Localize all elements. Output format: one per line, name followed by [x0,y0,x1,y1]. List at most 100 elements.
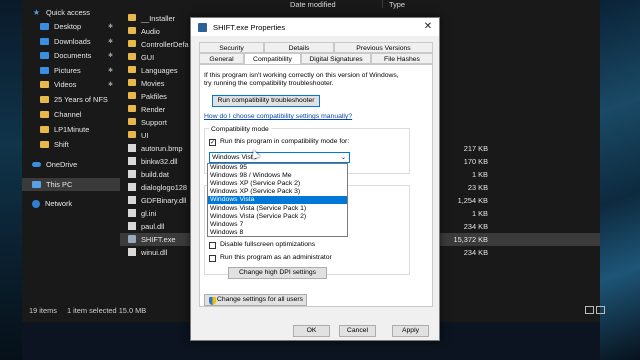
pin-icon: ✱ [108,24,114,30]
folder-icon [128,79,136,86]
manual-settings-link[interactable]: How do I choose compatibility settings m… [204,113,352,120]
nav-item[interactable]: ★ Quick access [22,6,120,19]
nav-item-label: Documents [54,51,92,60]
dialog-title: SHIFT.exe Properties [213,22,286,32]
change-dpi-button[interactable]: Change high DPI settings [228,267,327,279]
nav-item-label: Pictures [54,66,81,75]
nav-item-label: Shift [54,140,69,149]
folder-icon [128,66,136,73]
compat-option[interactable]: Windows 7 [208,221,347,229]
desktop-wallpaper-left [0,0,22,360]
pc-icon [32,181,41,188]
compat-option[interactable]: Windows Vista (Service Pack 2) [208,213,347,221]
disable-fullscreen-label[interactable]: Disable fullscreen optimizations [220,241,315,248]
compat-option[interactable]: Windows 98 / Windows Me [208,172,347,180]
compat-mode-checkbox-label[interactable]: Run this program in compatibility mode f… [220,138,349,145]
column-divider[interactable] [382,0,383,8]
run-as-admin-label[interactable]: Run this program as an administrator [220,254,332,261]
pin-icon: ✱ [108,39,114,45]
nav-item-label: Desktop [54,22,82,31]
nav-item[interactable]: LP1Minute [22,123,120,136]
compat-option[interactable]: Windows XP (Service Pack 2) [208,180,347,188]
column-header-date[interactable]: Date modified [290,0,336,9]
folder-icon [128,92,136,99]
folder-icon [128,131,136,138]
compat-option[interactable]: Windows 95 [208,164,347,172]
file-name: Languages [141,66,178,75]
compat-mode-selected-value: Windows Vista [212,154,257,161]
tab-security[interactable]: Security [199,42,264,53]
compat-option[interactable]: Windows Vista (Service Pack 1) [208,205,347,213]
folder-icon [128,27,136,34]
tab-general[interactable]: General [199,53,244,64]
file-name: Movies [141,79,165,88]
details-view-icon[interactable] [585,306,594,314]
compat-option[interactable]: Windows Vista [208,196,347,205]
nav-item[interactable]: Downloads ✱ [22,35,120,48]
nav-item-label: Downloads [54,37,91,46]
file-name: GDFBinary.dll [141,196,187,205]
file-name: winui.dll [141,248,168,257]
tab-previous-versions[interactable]: Previous Versions [334,42,433,53]
app-icon [198,22,207,32]
file-name: paul.dll [141,222,165,231]
nav-item[interactable]: This PC [22,178,120,191]
nav-item-label: Network [45,199,73,208]
dialog-titlebar[interactable]: SHIFT.exe Properties ✕ [191,18,439,36]
compat-mode-checkbox[interactable]: ✓ [209,139,216,146]
large-icons-view-icon[interactable] [596,306,605,314]
nav-item[interactable]: OneDrive [22,158,120,171]
file-name: gl.ini [141,209,157,218]
file-icon [128,196,136,204]
file-name: GUI [141,53,155,62]
intro-line-1: If this program isn't working correctly … [204,72,399,79]
pin-icon: ✱ [108,68,114,74]
apply-button[interactable]: Apply [392,325,429,337]
change-all-users-label: Change settings for all users [216,296,304,303]
file-icon [128,209,136,217]
disable-fullscreen-checkbox[interactable] [209,242,216,249]
pictures-icon [40,67,49,74]
compatibility-mode-label: Compatibility mode [209,126,271,133]
pin-icon: ✱ [108,82,114,88]
network-icon [32,199,40,208]
nav-item[interactable]: 25 Years of NFS [22,93,120,106]
desktop-icon [40,23,49,30]
file-name: binkw32.dll [141,157,178,166]
folder-icon [40,81,49,88]
tab-file-hashes[interactable]: File Hashes [371,53,433,64]
run-troubleshooter-button[interactable]: Run compatibility troubleshooter [212,95,320,107]
ok-button[interactable]: OK [293,325,330,337]
folder-icon [128,40,136,47]
nav-item-label: This PC [46,180,73,189]
folder-icon [128,118,136,125]
nav-item[interactable]: Channel [22,108,120,121]
close-button[interactable]: ✕ [417,18,439,36]
nav-item[interactable]: Network [22,197,120,210]
nav-item-label: Channel [54,110,82,119]
compat-option[interactable]: Windows XP (Service Pack 3) [208,188,347,196]
nav-item[interactable]: Videos ✱ [22,78,120,91]
nav-item-label: OneDrive [46,160,78,169]
compat-option[interactable]: Windows 8 [208,229,347,237]
file-name: Pakfiles [141,92,167,101]
run-as-admin-checkbox[interactable] [209,255,216,262]
folder-icon [128,105,136,112]
cancel-button[interactable]: Cancel [339,325,376,337]
column-headers: Date modified Type [120,0,600,9]
nav-item-label: 25 Years of NFS [54,95,108,104]
nav-item[interactable]: Desktop ✱ [22,20,120,33]
change-all-users-button[interactable]: Change settings for all users [204,294,307,306]
file-icon [128,144,136,152]
tab-digital-signatures[interactable]: Digital Signatures [301,53,371,64]
file-name: __Installer [141,14,176,23]
tab-details[interactable]: Details [264,42,334,53]
pin-icon: ✱ [108,53,114,59]
nav-item[interactable]: Shift [22,138,120,151]
nav-item[interactable]: Documents ✱ [22,49,120,62]
file-name: SHIFT.exe [141,235,176,244]
column-header-type[interactable]: Type [389,0,405,9]
nav-item[interactable]: Pictures ✱ [22,64,120,77]
star-icon: ★ [32,8,41,17]
compat-mode-select[interactable]: Windows Vista ⌄ [209,152,350,163]
